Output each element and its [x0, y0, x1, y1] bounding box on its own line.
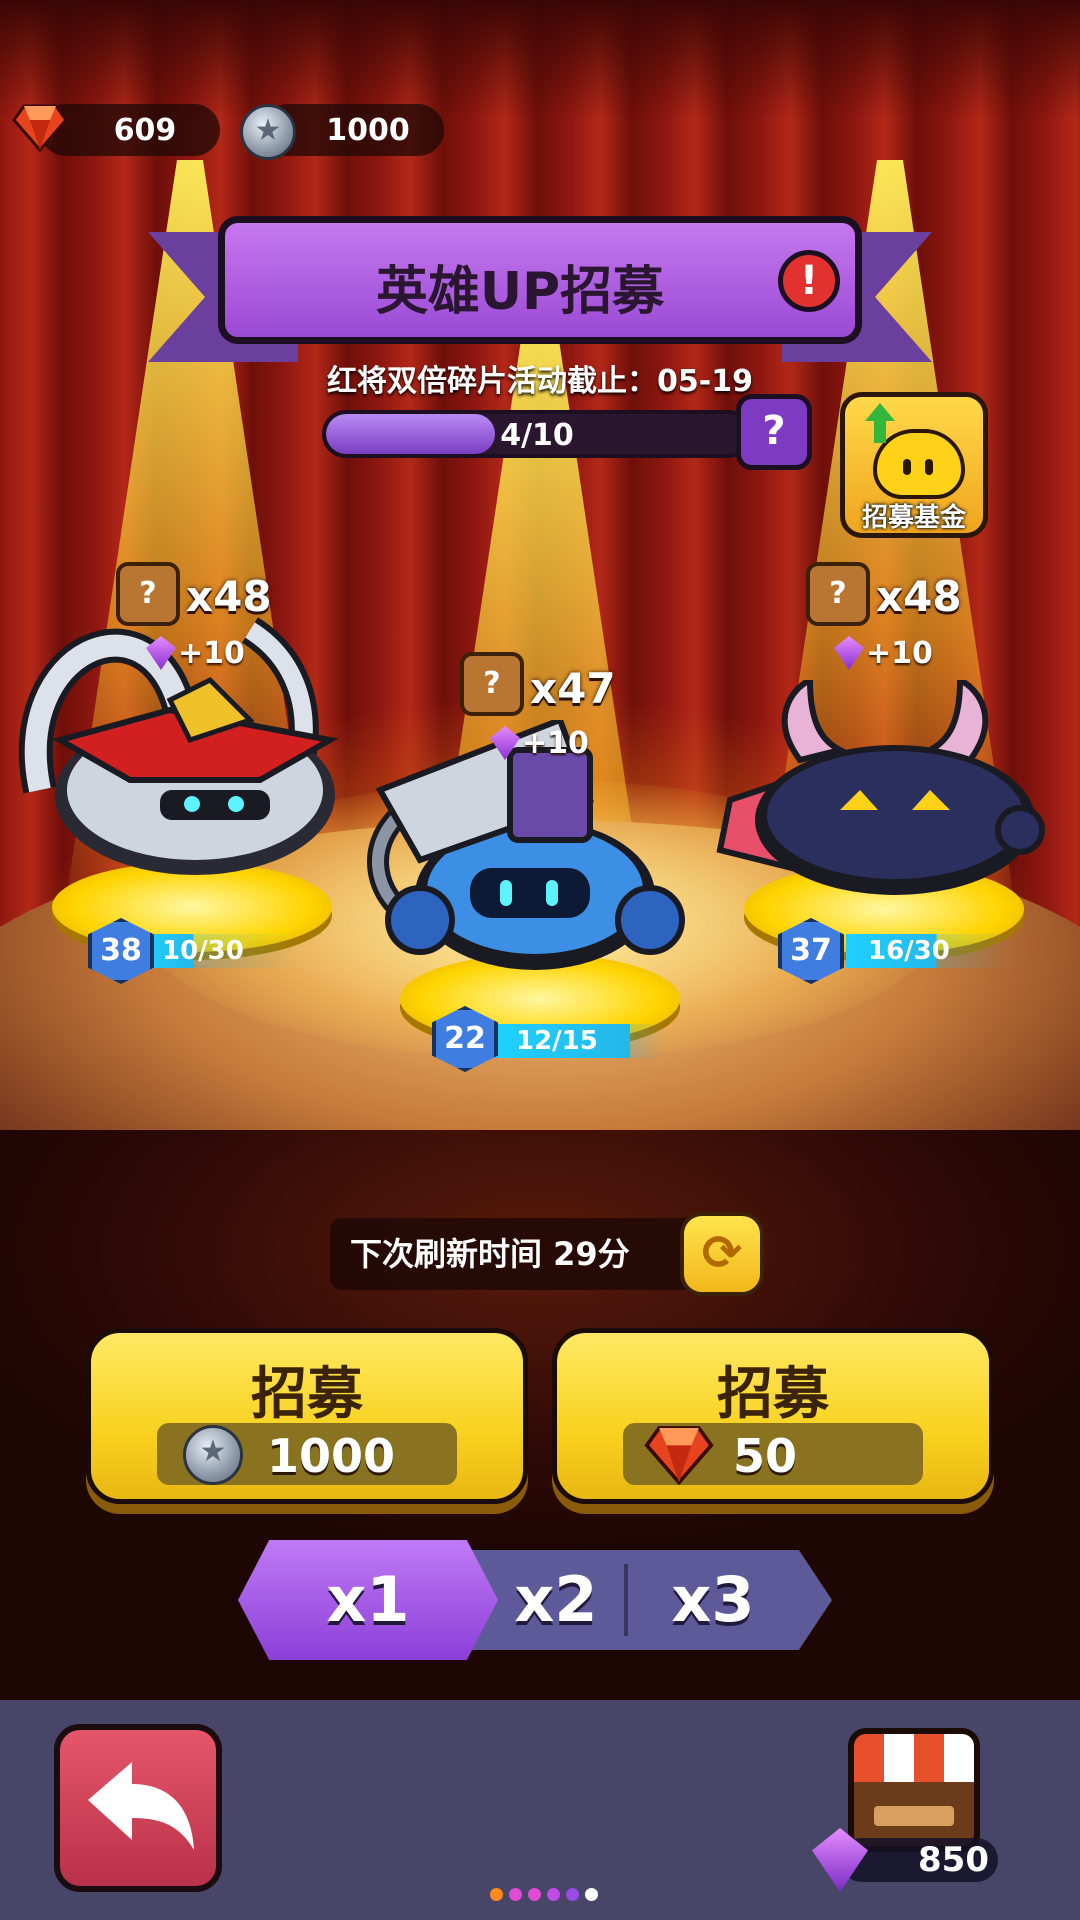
gem-balance-value: 609	[113, 113, 177, 148]
recruit-cost-value: 50	[733, 1429, 798, 1483]
recruit-button-label: 招募	[251, 1362, 363, 1427]
recruit-progress-bar: 4/10	[322, 410, 752, 458]
page-dot-active	[585, 1888, 598, 1901]
hero-gem-bonus: +10	[178, 636, 245, 671]
page-dot	[566, 1888, 579, 1901]
hero-shard-count: x48	[186, 572, 272, 621]
hero-shard-progress: 10/30	[140, 934, 300, 968]
hero-shard-count: x47	[530, 664, 616, 713]
recruit-fund-button[interactable]: 招募基金	[840, 392, 988, 538]
hero-shard-progress: 16/30	[846, 934, 1016, 968]
hero-gem-bonus: +10	[522, 726, 589, 761]
tab-x2[interactable]: x2	[488, 1540, 624, 1660]
alert-info-button[interactable]: !	[778, 250, 840, 312]
hero-gem-bonus: +10	[866, 636, 933, 671]
curtain-top	[0, 0, 1080, 120]
smiley-icon	[873, 429, 965, 499]
page-indicator	[490, 1886, 604, 1904]
recruit-fund-label: 招募基金	[861, 503, 966, 533]
recruit-cost: 50	[623, 1423, 923, 1485]
progress-label: 4/10	[500, 418, 574, 453]
back-arrow-icon	[88, 1762, 194, 1850]
hero-shard-progress-text: 16/30	[868, 936, 950, 966]
refresh-timer: 下次刷新时间 29分	[330, 1218, 700, 1290]
recruit-coin-button[interactable]: 招募 1000	[86, 1328, 528, 1504]
shop-gem-balance: 850	[840, 1838, 998, 1882]
back-button[interactable]	[54, 1724, 222, 1892]
recruit-button-label: 招募	[717, 1362, 829, 1427]
hero-shard-box-icon: ?	[116, 562, 180, 626]
shop-icon	[874, 1806, 954, 1826]
tab-x1[interactable]: x1	[238, 1540, 498, 1660]
hero-shard-progress: 12/15	[494, 1024, 664, 1058]
ruby-gem-icon	[12, 104, 68, 152]
hero-shard-progress-text: 12/15	[516, 1026, 598, 1056]
shop-button[interactable]	[848, 1728, 980, 1852]
hero-demon-icon[interactable]	[710, 680, 1050, 900]
page-dot	[528, 1888, 541, 1901]
page-dot	[490, 1888, 503, 1901]
recruit-cost-value: 1000	[267, 1429, 396, 1483]
tab-divider	[624, 1564, 628, 1636]
page-title: 英雄UP招募	[375, 262, 665, 322]
page-dot	[547, 1888, 560, 1901]
hero-shard-count: x48	[876, 572, 962, 621]
recruit-cost: 1000	[157, 1423, 457, 1485]
recruit-gem-button[interactable]: 招募 50	[552, 1328, 994, 1504]
coin-icon	[240, 104, 296, 160]
title-banner: 英雄UP招募	[218, 216, 862, 344]
multiplier-tabs: x1 x2 x3	[238, 1540, 834, 1660]
tab-x3[interactable]: x3	[638, 1540, 788, 1660]
ruby-gem-icon	[644, 1426, 714, 1485]
page-dot	[509, 1888, 522, 1901]
progress-reward-button[interactable]: ?	[736, 394, 812, 470]
refresh-button[interactable]: ⟳	[680, 1212, 764, 1296]
coin-balance-value: 1000	[326, 113, 410, 148]
shop-awning	[854, 1734, 974, 1782]
hero-shard-box-icon: ?	[806, 562, 870, 626]
hero-shard-progress-text: 10/30	[162, 936, 244, 966]
hero-knight-icon[interactable]	[10, 590, 370, 890]
refresh-icon: ⟳	[701, 1225, 743, 1281]
refresh-timer-text: 下次刷新时间 29分	[350, 1235, 630, 1273]
coin-icon	[183, 1425, 243, 1485]
hero-shard-box-icon: ?	[460, 652, 524, 716]
